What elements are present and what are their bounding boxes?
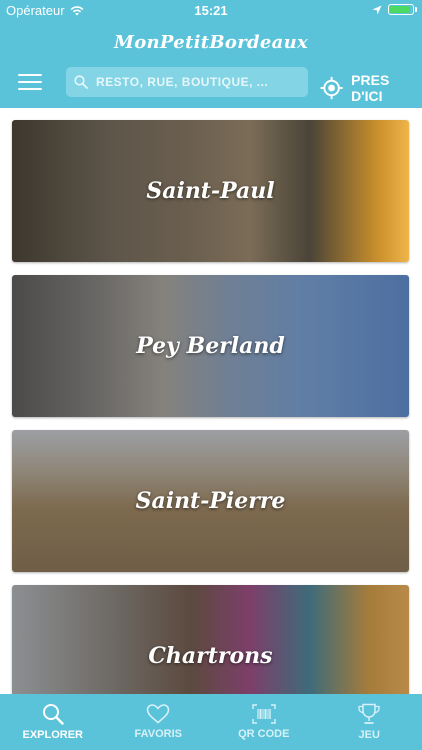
status-time: 15:21 [194, 3, 228, 18]
search-icon [74, 75, 88, 89]
nearby-button[interactable]: PRES D'ICI [320, 72, 422, 104]
neighborhood-name: Chartrons [148, 643, 273, 669]
trophy-icon [358, 703, 380, 724]
tab-favoris[interactable]: FAVORIS [106, 694, 212, 750]
location-arrow-icon [372, 5, 382, 14]
location-target-icon [320, 76, 343, 100]
neighborhood-list: Saint-Paul Pey Berland Saint-Pierre Char… [0, 108, 422, 694]
status-bar: Opérateur 15:21 [0, 0, 422, 22]
tab-jeu[interactable]: JEU [317, 694, 422, 750]
tab-qr-code[interactable]: QR CODE [211, 694, 317, 750]
neighborhood-name: Saint-Paul [146, 178, 275, 204]
menu-button[interactable] [18, 74, 42, 92]
heart-icon [146, 704, 170, 724]
neighborhood-card-saint-paul[interactable]: Saint-Paul [12, 120, 409, 262]
tab-label: JEU [358, 729, 380, 741]
tab-label: EXPLORER [22, 729, 83, 741]
app-header: MonPetitBordeaux PRES D'ICI [0, 22, 422, 108]
neighborhood-card-chartrons[interactable]: Chartrons [12, 585, 409, 694]
neighborhood-name: Pey Berland [136, 333, 285, 359]
qr-code-icon [252, 704, 276, 724]
search-icon [42, 704, 64, 725]
tab-explorer[interactable]: EXPLORER [0, 694, 106, 750]
neighborhood-name: Saint-Pierre [135, 488, 286, 514]
search-input[interactable] [94, 74, 298, 90]
hamburger-line [18, 88, 42, 90]
app-title: MonPetitBordeaux [113, 32, 308, 53]
hamburger-line [18, 74, 42, 76]
neighborhood-card-saint-pierre[interactable]: Saint-Pierre [12, 430, 409, 572]
tab-label: QR CODE [238, 728, 290, 740]
nearby-label: PRES D'ICI [351, 72, 390, 104]
battery-icon [388, 4, 417, 15]
search-bar[interactable] [66, 67, 308, 97]
hamburger-line [18, 81, 42, 83]
neighborhood-card-pey-berland[interactable]: Pey Berland [12, 275, 409, 417]
status-right [372, 4, 417, 15]
tab-bar: EXPLORER FAVORIS QR CODE JEU [0, 694, 422, 750]
tab-label: FAVORIS [134, 728, 182, 740]
